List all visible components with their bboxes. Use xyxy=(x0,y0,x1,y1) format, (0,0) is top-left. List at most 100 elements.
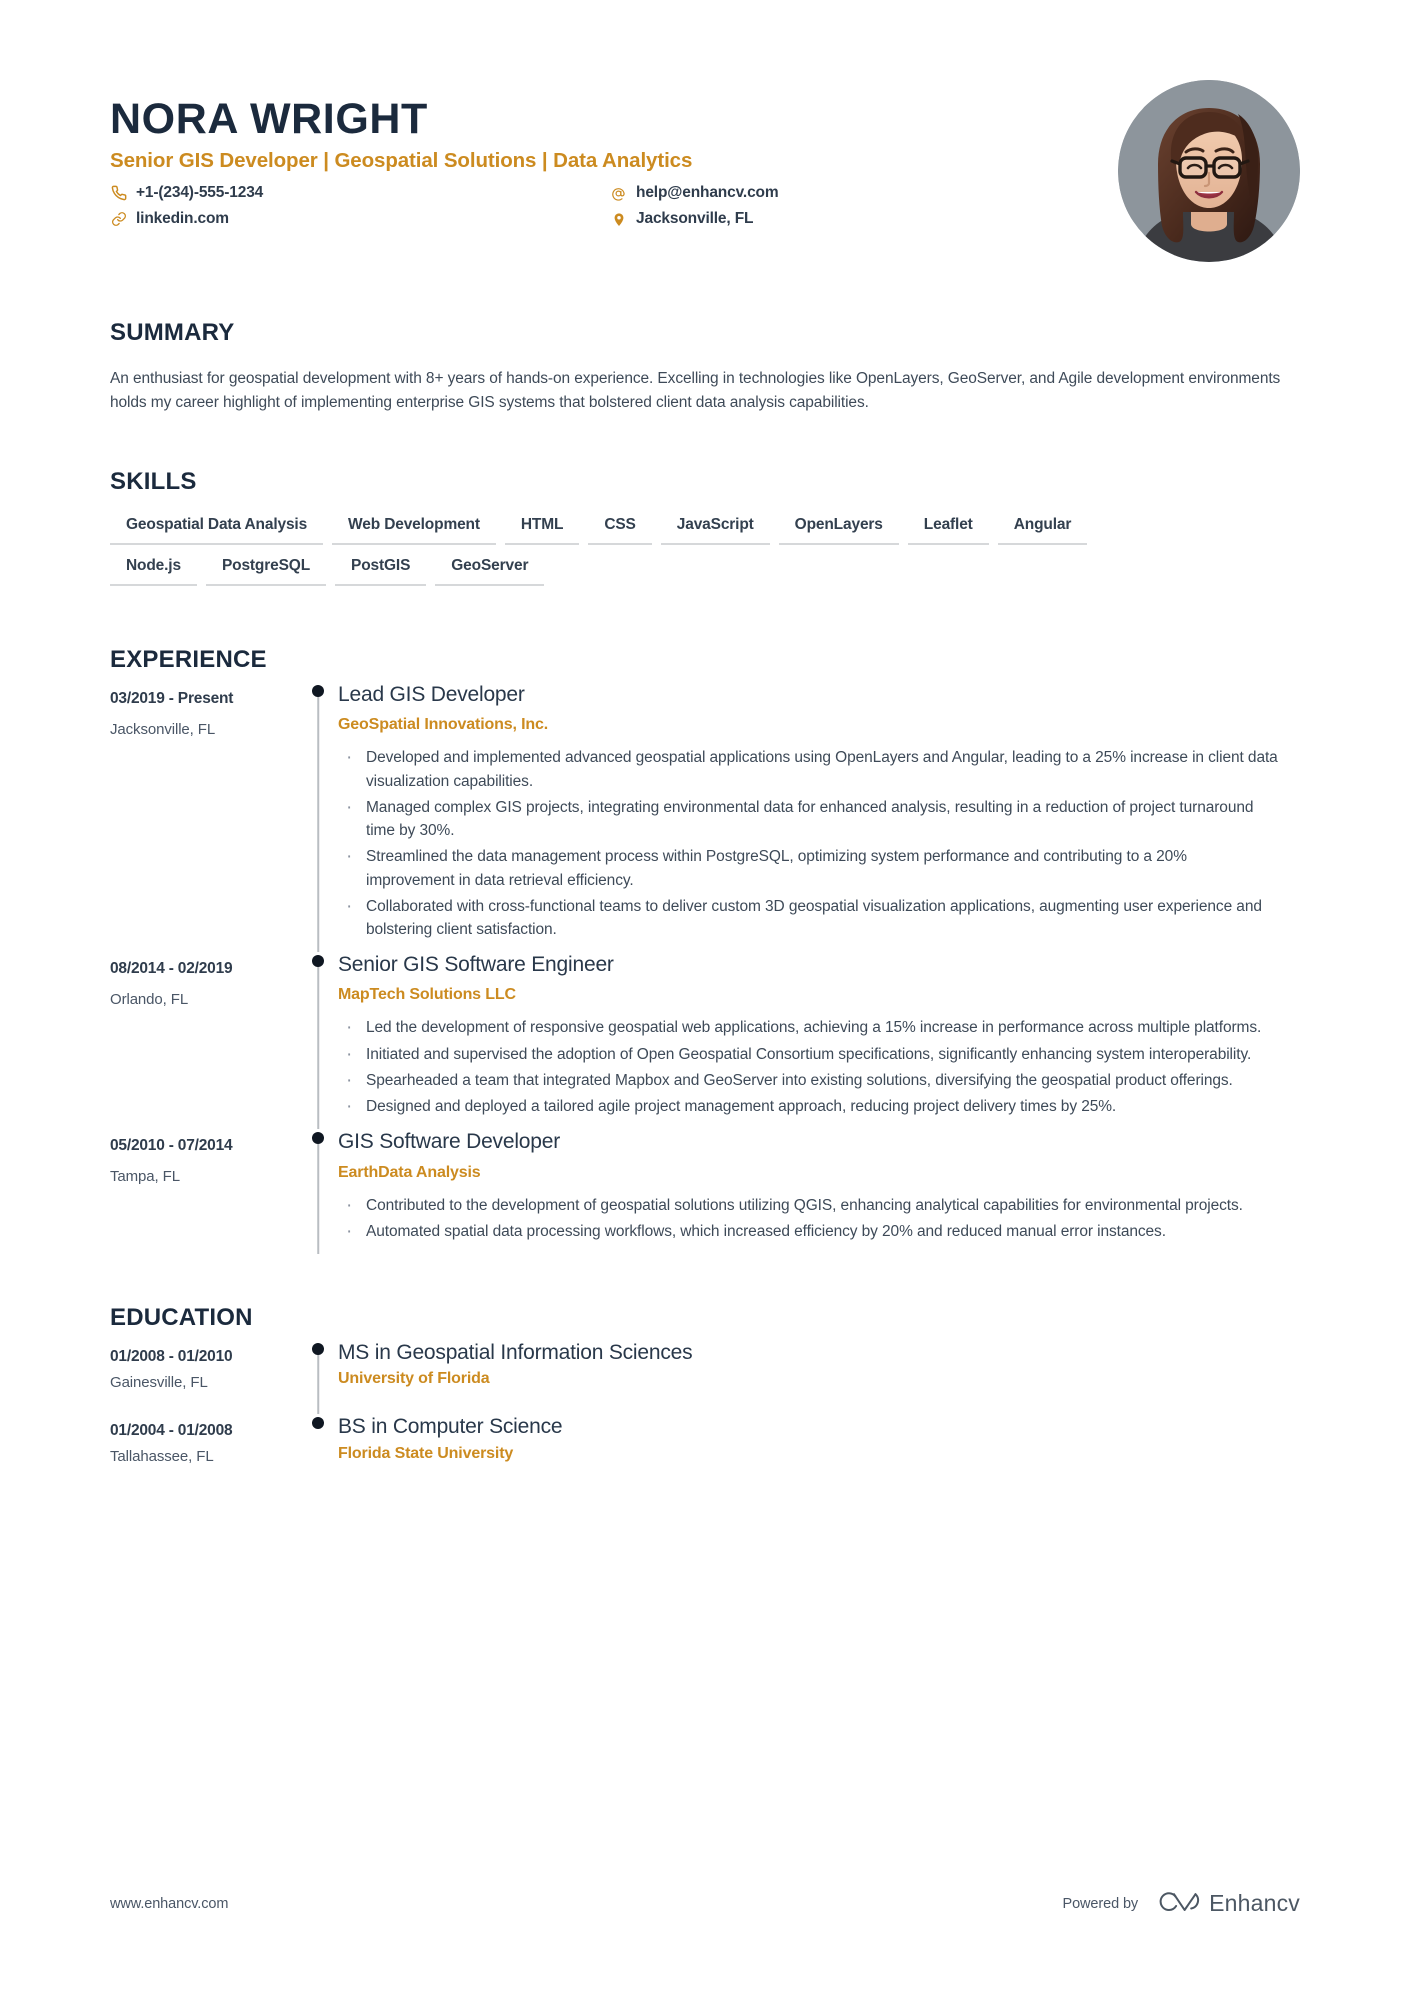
page-title: NORA WRIGHT xyxy=(110,95,428,143)
timeline-dot xyxy=(312,955,324,968)
timeline-dot xyxy=(312,685,324,698)
entry-degree-title: BS in Computer Science xyxy=(338,1415,563,1439)
timeline-dot xyxy=(312,1343,324,1356)
entry-job-title: Senior GIS Software Engineer xyxy=(338,953,614,977)
skill-chip: HTML xyxy=(504,516,580,546)
timeline-dot xyxy=(312,1417,324,1430)
phone-icon xyxy=(110,185,127,202)
resume-header: NORA WRIGHT Senior GIS Developer | Geosp… xyxy=(110,0,1300,262)
avatar xyxy=(1118,80,1300,262)
section-title-skills: SKILLS xyxy=(110,468,197,496)
timeline-rail xyxy=(300,1414,336,1488)
bullet-item: Managed complex GIS projects, integratin… xyxy=(338,794,1278,843)
entry-dates: 03/2019 - Present xyxy=(110,690,234,708)
location-icon xyxy=(610,211,627,228)
footer-branding: Powered by Enhancv xyxy=(1063,1890,1301,1917)
timeline-line xyxy=(317,1350,319,1415)
entry-meta: 03/2019 - Present Jacksonville, FL xyxy=(110,682,300,952)
skill-chip: Leaflet xyxy=(907,516,989,546)
section-experience: EXPERIENCE 03/2019 - Present Jacksonvill… xyxy=(110,646,1300,1255)
bullet-item: Streamlined the data management process … xyxy=(338,843,1278,892)
section-skills: SKILLS Geospatial Data Analysis Web Deve… xyxy=(110,468,1300,587)
entry-dates: 05/2010 - 07/2014 xyxy=(110,1137,233,1155)
skills-list: Geospatial Data Analysis Web Development… xyxy=(110,516,1300,587)
skill-chip: GeoServer xyxy=(435,557,545,587)
entry-meta: 01/2004 - 01/2008 Tallahassee, FL xyxy=(110,1414,300,1488)
entry-dates: 01/2004 - 01/2008 xyxy=(110,1422,233,1440)
section-summary: SUMMARY An enthusiast for geospatial dev… xyxy=(110,319,1300,414)
enhancv-mark-icon xyxy=(1159,1891,1200,1911)
skill-chip: OpenLayers xyxy=(778,516,899,546)
entry-dates: 08/2014 - 02/2019 xyxy=(110,960,233,978)
entry-location: Tampa, FL xyxy=(110,1168,180,1186)
timeline-rail xyxy=(300,1340,336,1415)
entry-bullets: Developed and implemented advanced geosp… xyxy=(338,744,1300,942)
contact-info: +1-(234)-555-1234 help@enhancv.com linke… xyxy=(110,184,1118,228)
entry-body: Senior GIS Software Engineer MapTech Sol… xyxy=(336,952,1300,1129)
entry-body: MS in Geospatial Information Sciences Un… xyxy=(336,1340,1300,1414)
entry-meta: 05/2010 - 07/2014 Tampa, FL xyxy=(110,1129,300,1254)
contact-email-value: help@enhancv.com xyxy=(636,184,779,202)
entry-company: EarthData Analysis xyxy=(338,1163,481,1181)
footer-website-url[interactable]: www.enhancv.com xyxy=(110,1896,228,1912)
skill-chip: PostgreSQL xyxy=(205,557,327,587)
resume-page: NORA WRIGHT Senior GIS Developer | Geosp… xyxy=(0,0,1410,1995)
bullet-item: Developed and implemented advanced geosp… xyxy=(338,744,1278,793)
entry-body: GIS Software Developer EarthData Analysi… xyxy=(336,1129,1300,1254)
summary-text: An enthusiast for geospatial development… xyxy=(110,370,1281,411)
skills-row: Geospatial Data Analysis Web Development… xyxy=(110,516,1300,546)
skill-chip: Geospatial Data Analysis xyxy=(110,516,324,546)
bullet-item: Collaborated with cross-functional teams… xyxy=(338,893,1278,942)
enhancv-wordmark: Enhancv xyxy=(1209,1890,1300,1916)
section-title-experience: EXPERIENCE xyxy=(110,646,267,674)
entry-location: Tallahassee, FL xyxy=(110,1448,214,1466)
entry-bullets: Led the development of responsive geospa… xyxy=(338,1014,1300,1122)
entry-location: Gainesville, FL xyxy=(110,1374,208,1392)
section-education: EDUCATION 01/2008 - 01/2010 Gainesville,… xyxy=(110,1304,1300,1488)
entry-institution: University of Florida xyxy=(338,1370,490,1388)
entry-bullets: Contributed to the development of geospa… xyxy=(338,1192,1300,1247)
header-text-block: NORA WRIGHT Senior GIS Developer | Geosp… xyxy=(110,88,1118,228)
powered-by-label: Powered by xyxy=(1062,1895,1139,1912)
contact-phone-value: +1-(234)-555-1234 xyxy=(136,184,264,202)
entry-institution: Florida State University xyxy=(338,1444,514,1462)
section-title-education: EDUCATION xyxy=(110,1304,253,1332)
link-icon xyxy=(110,211,127,228)
skills-row: Node.js PostgreSQL PostGIS GeoServer xyxy=(110,557,1300,587)
email-icon xyxy=(610,185,627,202)
entry-job-title: Lead GIS Developer xyxy=(338,683,525,707)
bullet-item: Led the development of responsive geospa… xyxy=(338,1014,1278,1043)
timeline-rail xyxy=(300,952,336,1130)
entry-body: Lead GIS Developer GeoSpatial Innovation… xyxy=(336,682,1300,952)
section-title-summary: SUMMARY xyxy=(110,319,235,346)
timeline-line xyxy=(317,962,319,1130)
timeline-rail xyxy=(300,682,336,953)
contact-email[interactable]: help@enhancv.com xyxy=(610,184,1118,202)
entry-company: MapTech Solutions LLC xyxy=(338,986,516,1004)
experience-entry: 08/2014 - 02/2019 Orlando, FL Senior GIS… xyxy=(110,952,1300,1130)
timeline-dot xyxy=(312,1132,324,1145)
entry-degree-title: MS in Geospatial Information Sciences xyxy=(338,1341,693,1365)
enhancv-logo: Enhancv xyxy=(1154,1890,1300,1917)
entry-meta: 01/2008 - 01/2010 Gainesville, FL xyxy=(110,1340,300,1414)
skill-chip: Web Development xyxy=(332,516,496,546)
skill-chip: Node.js xyxy=(110,557,197,587)
education-entry: 01/2004 - 01/2008 Tallahassee, FL BS in … xyxy=(110,1414,1300,1488)
entry-dates: 01/2008 - 01/2010 xyxy=(110,1348,233,1366)
contact-link[interactable]: linkedin.com xyxy=(110,210,610,228)
bullet-item: Spearheaded a team that integrated Mapbo… xyxy=(338,1067,1278,1096)
experience-entry: 03/2019 - Present Jacksonville, FL Lead … xyxy=(110,682,1300,953)
entry-body: BS in Computer Science Florida State Uni… xyxy=(336,1414,1300,1488)
page-footer: www.enhancv.com Powered by Enhancv xyxy=(110,1890,1300,1917)
entry-location: Orlando, FL xyxy=(110,991,189,1009)
timeline-rail xyxy=(300,1129,336,1255)
education-entry: 01/2008 - 01/2010 Gainesville, FL MS in … xyxy=(110,1340,1300,1415)
contact-phone[interactable]: +1-(234)-555-1234 xyxy=(110,184,610,202)
bullet-item: Designed and deployed a tailored agile p… xyxy=(338,1093,1278,1122)
bullet-item: Initiated and supervised the adoption of… xyxy=(338,1041,1278,1070)
timeline-line xyxy=(317,692,319,953)
timeline-line xyxy=(317,1139,319,1255)
entry-meta: 08/2014 - 02/2019 Orlando, FL xyxy=(110,952,300,1129)
bullet-item: Automated spatial data processing workfl… xyxy=(338,1218,1278,1247)
experience-entries: 03/2019 - Present Jacksonville, FL Lead … xyxy=(110,682,1300,1255)
